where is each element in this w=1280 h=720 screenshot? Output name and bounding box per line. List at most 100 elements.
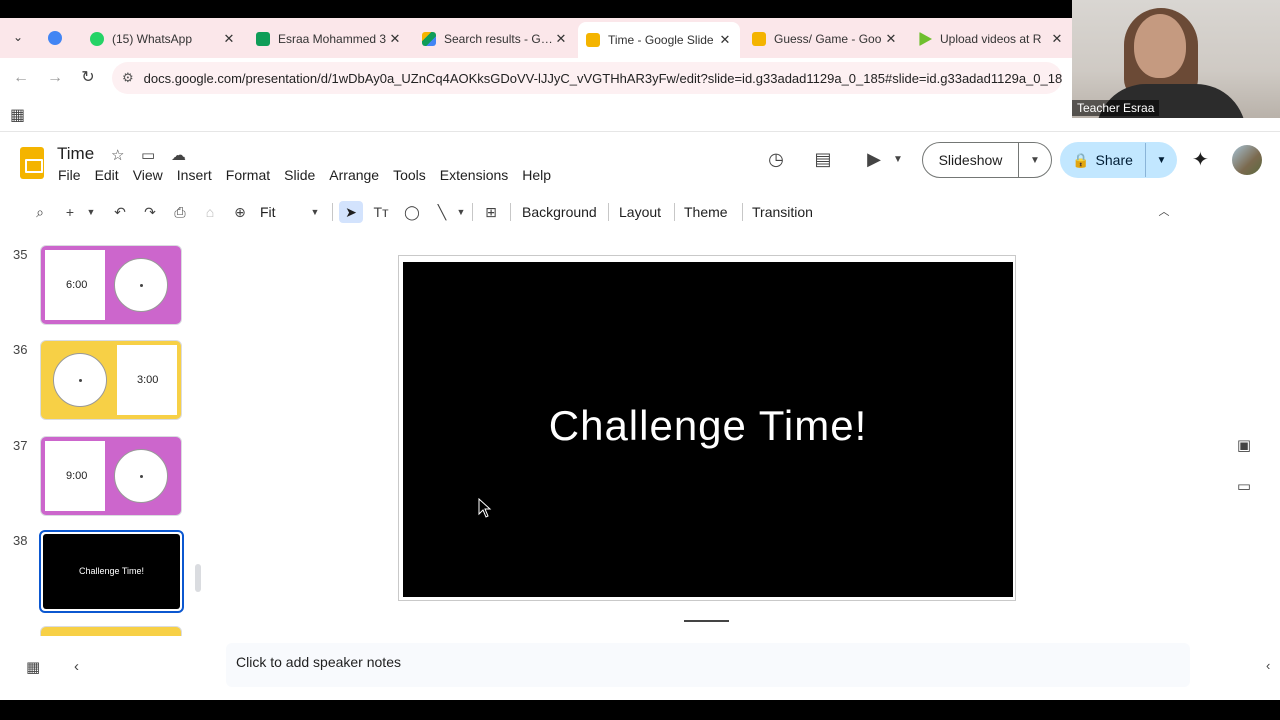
tab-title: Time - Google Slide xyxy=(608,33,714,47)
webcam-overlay: Teacher Esraa xyxy=(1072,0,1280,118)
meet-camera-icon[interactable]: ▶ xyxy=(862,149,886,170)
tab-time-slides[interactable]: Time - Google Slide ✕ xyxy=(578,22,740,58)
whatsapp-icon xyxy=(90,32,104,46)
search-menus-icon[interactable]: ⌕ xyxy=(30,201,50,223)
new-slide-chevron-icon[interactable]: ▼ xyxy=(86,201,96,223)
share-dropdown-icon[interactable]: ▼ xyxy=(1146,155,1177,166)
tab-whatsapp[interactable]: (15) WhatsApp ✕ xyxy=(82,24,244,54)
tab-sheets[interactable]: Esraa Mohammed 3 ✕ xyxy=(248,24,410,54)
slides-header: Time ☆ ▭ ☁ File Edit View Insert Format … xyxy=(0,133,1280,193)
theme-button[interactable]: Theme xyxy=(684,201,728,223)
menu-arrange[interactable]: Arrange xyxy=(329,167,379,183)
star-icon[interactable]: ☆ xyxy=(111,146,124,164)
move-folder-icon[interactable]: ▭ xyxy=(141,146,155,164)
slide-thumbnail-35[interactable]: 6:00 xyxy=(40,245,182,325)
folder-icon[interactable]: ▭ xyxy=(1235,477,1253,495)
close-icon[interactable]: ✕ xyxy=(388,31,402,47)
print-icon[interactable]: ⎙ xyxy=(170,201,190,223)
tab-guess-game[interactable]: Guess/ Game - Goo ✕ xyxy=(744,24,906,54)
url-text[interactable]: docs.google.com/presentation/d/1wDbAy0a_… xyxy=(144,71,1062,86)
menu-view[interactable]: View xyxy=(133,167,163,183)
zoom-icon[interactable]: ⊕ xyxy=(230,201,250,223)
tab-upload-videos[interactable]: Upload videos at R ✕ xyxy=(910,24,1072,54)
layout-button[interactable]: Layout xyxy=(619,201,661,223)
reload-icon[interactable]: ↻ xyxy=(78,68,98,88)
paint-format-icon[interactable]: ⌂ xyxy=(200,201,220,223)
grid-view-icon[interactable]: ▦ xyxy=(26,658,40,676)
cloud-status-icon[interactable]: ☁ xyxy=(171,146,186,164)
tab-title: Search results - Goo xyxy=(444,32,554,46)
close-icon[interactable]: ✕ xyxy=(884,31,898,47)
transition-button[interactable]: Transition xyxy=(752,201,813,223)
comments-icon[interactable]: ▤ xyxy=(811,149,835,170)
chevron-down-icon[interactable]: ▼ xyxy=(886,154,910,165)
undo-icon[interactable]: ↶ xyxy=(110,201,130,223)
text-box-icon[interactable]: Tт xyxy=(370,201,392,223)
filmstrip-scrollbar[interactable] xyxy=(195,564,201,592)
notes-resize-handle[interactable] xyxy=(684,620,729,622)
zoom-select[interactable]: Fit xyxy=(260,201,276,223)
thumb-time-label: 9:00 xyxy=(66,470,88,482)
gemini-sparkle-icon[interactable]: ✦ xyxy=(1192,147,1209,172)
tab-search-chevron-icon[interactable]: ⌄ xyxy=(10,28,26,46)
slides-icon xyxy=(752,32,766,46)
new-slide-icon[interactable]: + xyxy=(62,201,78,223)
drive-icon xyxy=(422,32,436,46)
insert-comment-icon[interactable]: ⊞ xyxy=(480,201,502,223)
slides-logo-icon[interactable] xyxy=(20,147,44,179)
menu-tools[interactable]: Tools xyxy=(393,167,426,183)
document-title[interactable]: Time xyxy=(57,144,94,164)
menu-extensions[interactable]: Extensions xyxy=(440,167,508,183)
line-chevron-icon[interactable]: ▼ xyxy=(456,201,466,223)
redo-icon[interactable]: ↷ xyxy=(140,201,160,223)
share-button[interactable]: 🔒 Share ▼ xyxy=(1060,142,1177,178)
omnibox[interactable]: ⚙ docs.google.com/presentation/d/1wDbAy0… xyxy=(112,62,1062,94)
line-icon[interactable]: ╲ xyxy=(432,201,452,223)
share-label: Share xyxy=(1095,152,1133,168)
menu-slide[interactable]: Slide xyxy=(284,167,315,183)
menu-file[interactable]: File xyxy=(58,167,81,183)
slide-thumbnail-38[interactable]: Challenge Time! xyxy=(39,530,184,613)
collapse-toolbar-icon[interactable]: ︿ xyxy=(1156,201,1172,223)
menu-help[interactable]: Help xyxy=(522,167,551,183)
back-arrow-icon[interactable]: ← xyxy=(11,68,31,88)
share-main[interactable]: 🔒 Share xyxy=(1060,143,1146,177)
slide-title-text[interactable]: Challenge Time! xyxy=(403,402,1013,450)
tab-drive-search[interactable]: Search results - Goo ✕ xyxy=(414,24,576,54)
version-history-icon[interactable]: ◷ xyxy=(764,149,788,170)
select-cursor-icon[interactable]: ➤ xyxy=(339,201,363,223)
menu-edit[interactable]: Edit xyxy=(95,167,119,183)
expand-side-panel-icon[interactable]: ‹ xyxy=(1266,658,1270,673)
slide-thumbnail-37[interactable]: 9:00 xyxy=(40,436,182,516)
collapse-filmstrip-icon[interactable]: ‹ xyxy=(74,658,79,675)
close-icon[interactable]: ✕ xyxy=(1050,31,1064,47)
zoom-chevron-icon[interactable]: ▼ xyxy=(310,201,320,223)
menu-insert[interactable]: Insert xyxy=(177,167,212,183)
close-icon[interactable]: ✕ xyxy=(222,31,236,47)
speaker-notes[interactable]: Click to add speaker notes xyxy=(226,643,1190,687)
pinned-tab-icon[interactable] xyxy=(48,31,62,45)
thumb-time-label: 3:00 xyxy=(137,374,159,386)
slideshow-dropdown-icon[interactable]: ▼ xyxy=(1019,155,1051,166)
forward-arrow-icon[interactable]: → xyxy=(45,68,65,88)
menu-format[interactable]: Format xyxy=(226,167,270,183)
account-avatar[interactable] xyxy=(1232,145,1262,175)
apps-grid-icon[interactable]: ▦ xyxy=(10,105,25,125)
slideshow-label[interactable]: Slideshow xyxy=(923,143,1019,177)
tab-title: Upload videos at R xyxy=(940,32,1042,46)
close-icon[interactable]: ✕ xyxy=(554,31,568,47)
site-settings-icon[interactable]: ⚙ xyxy=(122,70,134,86)
close-icon[interactable]: ✕ xyxy=(718,32,732,48)
slide-canvas[interactable]: Challenge Time! xyxy=(403,262,1013,597)
slide-thumbnail-39[interactable] xyxy=(40,626,182,636)
shape-icon[interactable]: ◯ xyxy=(402,201,422,223)
speaker-notes-placeholder[interactable]: Click to add speaker notes xyxy=(236,654,401,670)
background-button[interactable]: Background xyxy=(522,201,597,223)
lock-icon: 🔒 xyxy=(1072,152,1090,168)
slide-thumbnail-36[interactable]: 3:00 xyxy=(40,340,182,420)
toolbar-divider xyxy=(472,203,473,221)
slideshow-button[interactable]: Slideshow ▼ xyxy=(922,142,1052,178)
slides-icon xyxy=(586,33,600,47)
keep-notes-icon[interactable]: ▣ xyxy=(1235,436,1253,454)
slide-number: 37 xyxy=(13,438,28,453)
